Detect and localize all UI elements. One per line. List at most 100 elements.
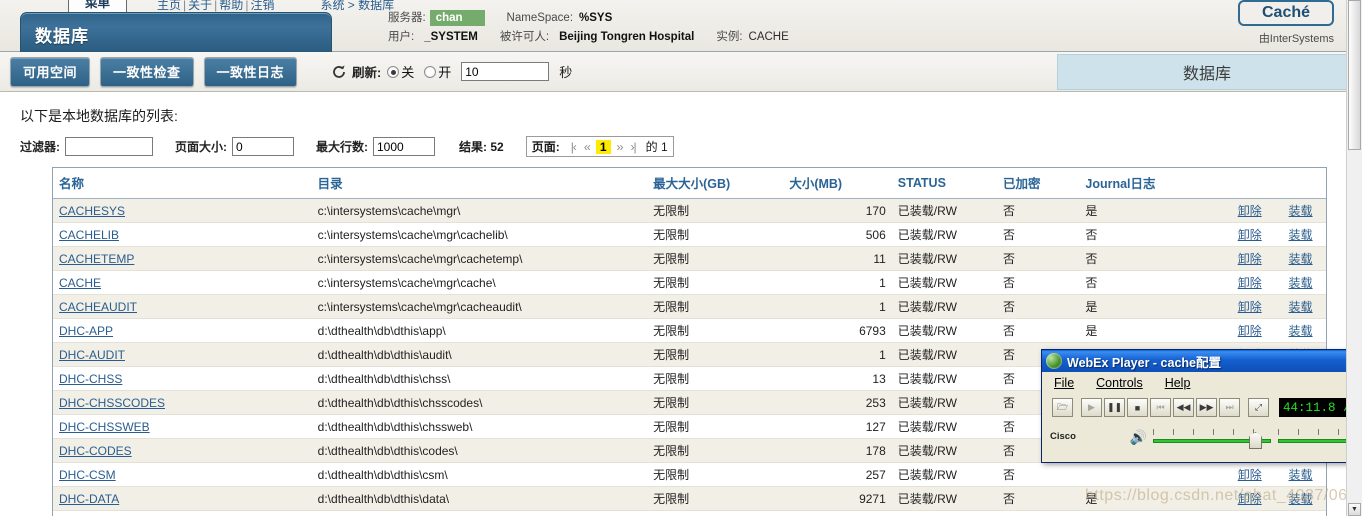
database-link[interactable]: DHC-AUDIT [59,348,125,362]
mount-link[interactable]: 装载 [1289,300,1313,314]
refresh-interval-input[interactable] [461,62,550,81]
webex-player-window[interactable]: WebEx Player - cache配置 File Controls Hel… [1041,349,1362,463]
cell-unmount: 卸除 [1224,222,1276,247]
cell-size: 1 [783,270,892,295]
fullscreen-icon[interactable]: ⤢ [1248,398,1269,417]
speaker-icon[interactable]: 🔊 [1130,429,1147,446]
database-link[interactable]: CACHETEMP [59,252,134,266]
webex-title-bar[interactable]: WebEx Player - cache配置 [1042,350,1362,372]
database-link[interactable]: DHC-CHSSCODES [59,396,165,410]
scrollbar-thumb[interactable] [1348,0,1361,150]
column-header-journal[interactable]: Journal日志 [1079,168,1225,199]
mount-link[interactable]: 装载 [1289,276,1313,290]
scroll-down-icon[interactable]: ▼ [1348,503,1361,516]
database-link[interactable]: CACHELIB [59,228,119,242]
webex-menu-file[interactable]: File [1054,376,1074,390]
database-link[interactable]: DHC-DATA [59,492,119,506]
database-link[interactable]: DHC-CSM [59,468,116,482]
pager-first-button[interactable]: |‹ [571,140,577,154]
cell-encrypted: 否 [997,198,1080,223]
pager-prev-button[interactable]: ‹‹ [584,140,591,154]
cell-size: 1 [783,294,892,319]
column-header-directory[interactable]: 目录 [311,168,648,199]
refresh-controls: 刷新: 关 开 秒 [331,62,572,81]
page-size-input[interactable] [232,137,294,156]
cell-status: 已装载/RW [891,246,998,271]
column-header-max-size[interactable]: 最大大小(GB) [647,168,784,199]
database-link[interactable]: DHC-CODES [59,444,132,458]
fast-forward-icon[interactable]: ▶▶ [1196,398,1217,417]
table-row: DHC-DHCPBd:\dthealth\db\dthis\dhcpb\无限制1… [53,510,1326,516]
cell-max-size: 无限制 [647,462,784,487]
database-link[interactable]: CACHEAUDIT [59,300,137,314]
webex-menu-help[interactable]: Help [1165,376,1191,390]
cell-size: 102 [783,510,892,516]
refresh-on-label[interactable]: 开 [438,62,451,81]
rewind-icon[interactable]: ◀◀ [1173,398,1194,417]
server-value: chan [429,10,485,26]
nav-link-logout[interactable]: 注销 [250,0,274,12]
mount-link[interactable]: 装载 [1289,492,1313,506]
nav-link-home[interactable]: 主页 [157,0,181,12]
volume-slider[interactable] [1152,426,1271,449]
right-page-tab[interactable]: 数据库 [1057,54,1357,90]
unmount-link[interactable]: 卸除 [1238,300,1262,314]
skip-back-icon[interactable]: ⏮ [1150,398,1171,417]
database-link[interactable]: DHC-APP [59,324,113,338]
unmount-link[interactable]: 卸除 [1238,468,1262,482]
cell-encrypted: 否 [997,246,1080,271]
mount-link[interactable]: 装载 [1289,324,1313,338]
cell-max-size: 无限制 [647,294,784,319]
column-header-encrypted[interactable]: 已加密 [997,168,1080,199]
refresh-off-label[interactable]: 关 [401,62,414,81]
webex-menu-controls[interactable]: Controls [1096,376,1143,390]
integrity-log-button[interactable]: 一致性日志 [203,56,298,87]
unmount-link[interactable]: 卸除 [1238,228,1262,242]
cache-logo-subtitle: 由InterSystems [1258,33,1334,45]
nav-link-help[interactable]: 帮助 [219,0,243,12]
cell-name: DHC-CSM [53,462,312,487]
vertical-scrollbar[interactable]: ▲ ▼ [1346,0,1362,516]
top-menu-links: 主页 | 关于 | 帮助 | 注销 [157,0,274,13]
refresh-icon[interactable] [331,64,347,80]
mount-link[interactable]: 装载 [1289,228,1313,242]
pager-next-button[interactable]: ›› [617,140,624,154]
unmount-link[interactable]: 卸除 [1238,276,1262,290]
database-link[interactable]: DHC-CHSSWEB [59,420,150,434]
skip-forward-icon[interactable]: ⏭ [1219,398,1240,417]
pager-current-page[interactable]: 1 [595,139,611,154]
max-rows-input[interactable] [373,137,435,156]
unmount-link[interactable]: 卸除 [1238,252,1262,266]
filter-input[interactable] [65,137,153,156]
cell-name: DHC-DATA [53,486,312,511]
database-link[interactable]: CACHE [59,276,101,290]
cache-logo[interactable]: Caché [1238,0,1334,26]
play-icon[interactable]: ▶ [1081,398,1102,417]
unmount-link[interactable]: 卸除 [1238,492,1262,506]
column-header-status[interactable]: STATUS [891,168,998,199]
column-header-name[interactable]: 名称 [53,168,312,199]
breadcrumb[interactable]: 系统 > 数据库 [320,0,394,13]
column-header-size[interactable]: 大小(MB) [783,168,892,199]
pause-icon[interactable]: ❚❚ [1104,398,1125,417]
mount-link[interactable]: 装载 [1289,204,1313,218]
refresh-on-radio[interactable] [424,65,437,78]
free-space-button[interactable]: 可用空间 [10,56,91,87]
mount-link[interactable]: 装载 [1289,252,1313,266]
cell-directory: c:\intersystems\cache\mgr\ [311,198,648,223]
namespace-label: NameSpace: [506,12,574,24]
nav-link-about[interactable]: 关于 [188,0,212,12]
session-info-row-1: 服务器: chan NameSpace: %SYS [388,9,789,28]
unmount-link[interactable]: 卸除 [1238,204,1262,218]
database-link[interactable]: DHC-CHSS [59,372,122,386]
database-link[interactable]: CACHESYS [59,204,125,218]
stop-icon[interactable]: ■ [1127,398,1148,417]
mount-link[interactable]: 装载 [1289,468,1313,482]
cell-directory: d:\dthealth\db\dthis\dhcpb\ [311,510,648,516]
pager-last-button[interactable]: ›| [631,140,637,154]
refresh-off-radio[interactable] [387,65,400,78]
cell-directory: c:\intersystems\cache\mgr\cachelib\ [311,222,648,247]
unmount-link[interactable]: 卸除 [1238,324,1262,338]
integrity-check-button[interactable]: 一致性检查 [100,56,194,87]
open-file-icon[interactable]: 🗁 [1052,398,1073,417]
